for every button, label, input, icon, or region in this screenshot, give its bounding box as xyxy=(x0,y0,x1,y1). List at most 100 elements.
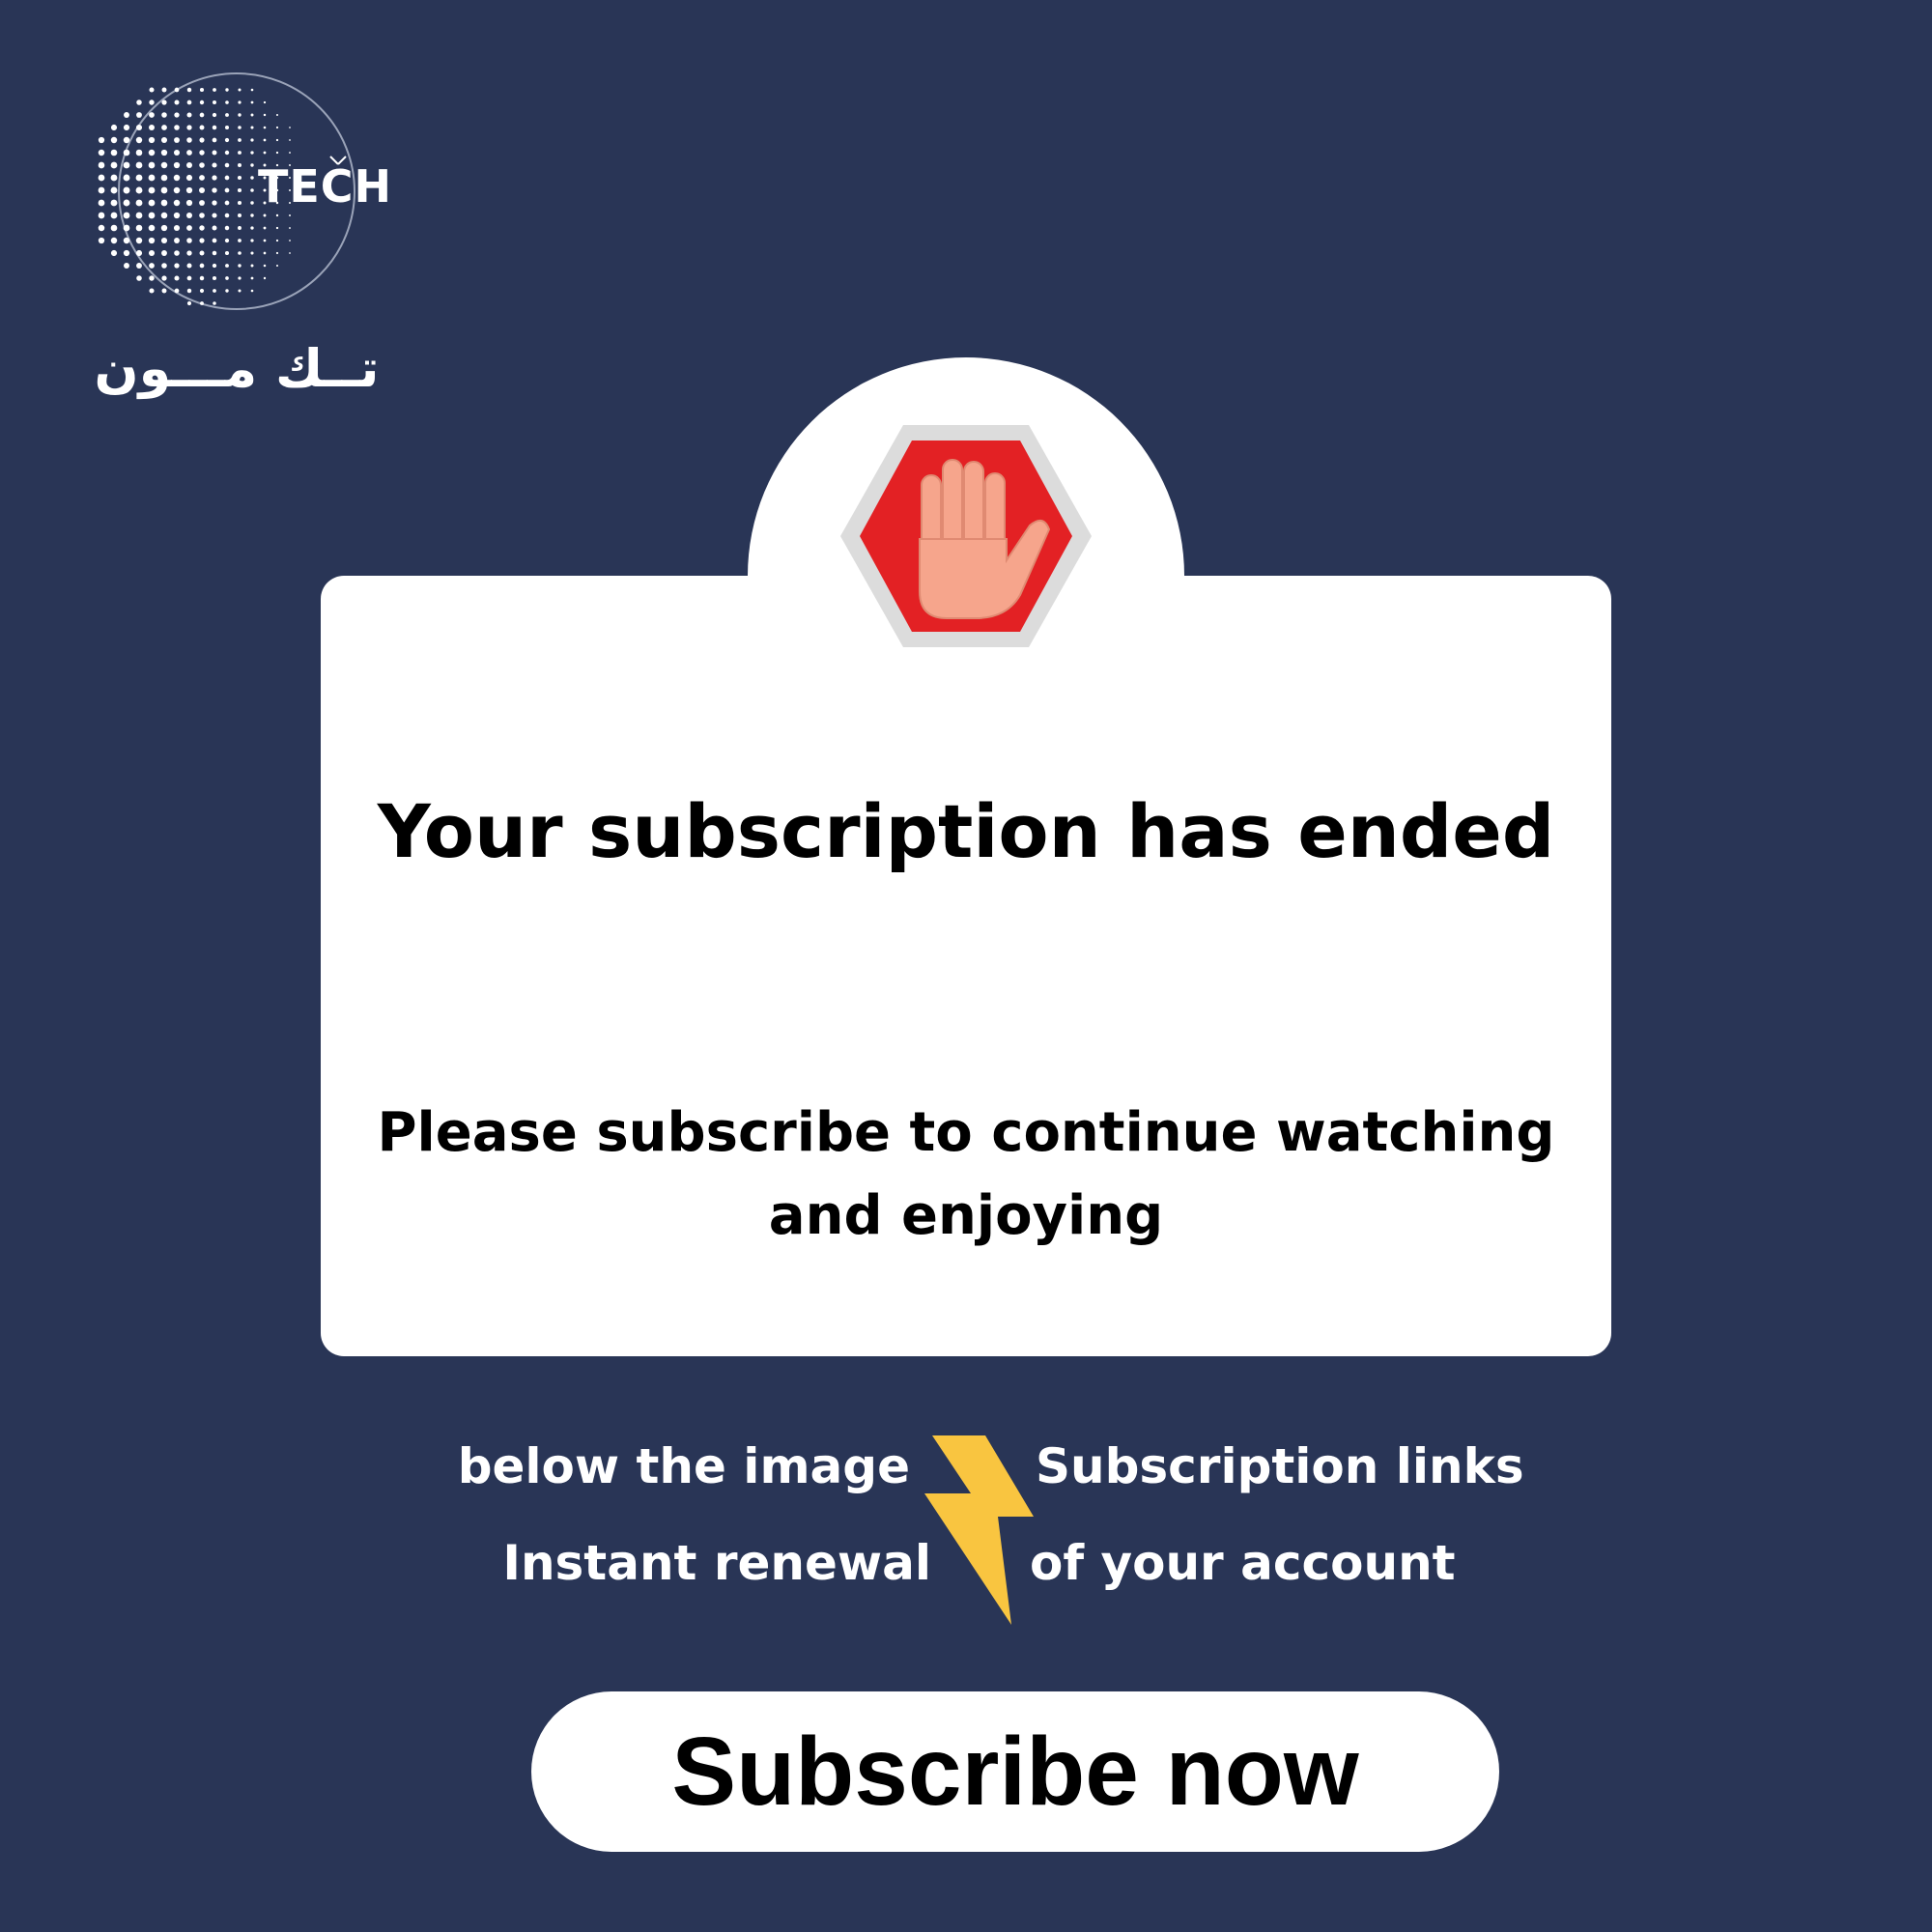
globe-dot xyxy=(289,252,291,254)
globe-dot xyxy=(148,212,156,219)
globe-dot xyxy=(199,250,205,256)
globe-dot xyxy=(160,212,168,219)
globe-dot xyxy=(148,149,156,156)
globe-dot xyxy=(199,137,205,143)
globe-dot xyxy=(238,126,242,129)
globe-dot xyxy=(124,112,129,118)
globe-dot xyxy=(149,112,155,118)
globe-dot xyxy=(199,275,205,281)
globe-dot xyxy=(136,112,142,118)
globe-dot xyxy=(199,263,205,269)
globe-dot xyxy=(199,99,205,105)
globe-dot xyxy=(110,161,118,169)
globe-dot xyxy=(123,136,130,144)
globe-dot xyxy=(174,112,180,118)
globe-dot xyxy=(161,87,167,93)
globe-dot xyxy=(275,138,279,142)
globe-dot xyxy=(224,175,230,181)
globe-dot xyxy=(199,125,205,130)
logo-arabic-name: تــك مـــون xyxy=(94,338,380,399)
globe-dot xyxy=(135,186,143,194)
globe-dot xyxy=(149,288,155,294)
globe-dot xyxy=(263,239,267,242)
globe-dot xyxy=(237,200,242,206)
globe-dot xyxy=(224,162,230,168)
globe-dot xyxy=(225,100,229,104)
globe-dot xyxy=(161,99,167,105)
globe-dot xyxy=(250,188,254,192)
globe-dot xyxy=(160,224,168,232)
notice-subtitle: Please subscribe to continue watching an… xyxy=(377,1101,1555,1247)
globe-dot xyxy=(98,186,105,194)
globe-dot xyxy=(250,163,254,167)
globe-dot xyxy=(110,224,118,232)
globe-dot xyxy=(199,175,205,181)
globe-dot xyxy=(212,275,217,281)
globe-dot xyxy=(174,99,180,105)
globe-dot xyxy=(174,87,180,93)
globe-dot xyxy=(174,137,180,143)
globe-dot xyxy=(224,250,230,256)
globe-dot xyxy=(135,237,143,244)
globe-dot xyxy=(212,137,217,143)
globe-dot xyxy=(123,249,130,257)
globe-dot xyxy=(224,200,230,206)
globe-dot xyxy=(110,212,118,219)
globe-dot xyxy=(149,87,155,93)
globe-dot xyxy=(160,237,168,244)
globe-dot xyxy=(250,264,254,268)
globe-dot xyxy=(186,275,192,281)
globe-dot xyxy=(263,276,267,280)
globe-dot xyxy=(149,99,155,105)
subscribe-now-button[interactable]: Subscribe now xyxy=(531,1691,1499,1852)
info-right-line-1: Subscription links xyxy=(1036,1438,1524,1494)
globe-dot xyxy=(135,199,143,207)
globe-dot xyxy=(110,249,118,257)
globe-dot xyxy=(212,150,217,156)
globe-dot xyxy=(148,199,156,207)
globe-dot xyxy=(213,88,216,92)
globe-dot xyxy=(212,99,217,105)
globe-dot xyxy=(110,124,118,131)
globe-dot xyxy=(250,251,254,255)
globe-dot xyxy=(123,124,130,131)
globe-dot xyxy=(250,88,254,92)
globe-dot xyxy=(263,264,267,268)
globe-dot xyxy=(110,237,118,244)
globe-dot xyxy=(98,212,105,219)
globe-dot xyxy=(98,224,105,232)
globe-dot xyxy=(186,250,192,256)
globe-dot xyxy=(263,251,267,255)
info-left-line-1: below the image xyxy=(457,1438,910,1494)
globe-dot xyxy=(173,149,181,156)
globe-dot xyxy=(199,213,205,218)
globe-dot xyxy=(212,187,217,193)
globe-dot xyxy=(225,289,229,293)
globe-dot xyxy=(275,239,279,242)
globe-dot xyxy=(136,263,142,269)
notice-title: Your subscription has ended xyxy=(377,788,1555,874)
globe-dot xyxy=(173,212,181,219)
globe-dot xyxy=(199,112,205,118)
globe-dot xyxy=(250,126,254,129)
globe-dot xyxy=(212,263,217,269)
globe-dot xyxy=(123,174,130,182)
globe-dot xyxy=(135,149,143,156)
globe-dot xyxy=(123,224,130,232)
globe-dot xyxy=(275,213,279,217)
globe-dot xyxy=(225,276,229,280)
globe-dot xyxy=(237,175,242,181)
globe-dot xyxy=(135,136,143,144)
globe-dot xyxy=(160,161,168,169)
globe-dot xyxy=(238,113,242,117)
globe-dot xyxy=(148,161,156,169)
globe-dot xyxy=(212,175,217,181)
globe-dot xyxy=(173,199,181,207)
globe-dot xyxy=(212,112,217,118)
globe-dot xyxy=(110,199,118,207)
globe-dot xyxy=(250,113,254,117)
globe-dot xyxy=(275,264,279,268)
globe-dot xyxy=(199,200,205,206)
globe-dot xyxy=(212,200,217,206)
brand-logo: TECH تــك مـــون xyxy=(58,68,425,415)
